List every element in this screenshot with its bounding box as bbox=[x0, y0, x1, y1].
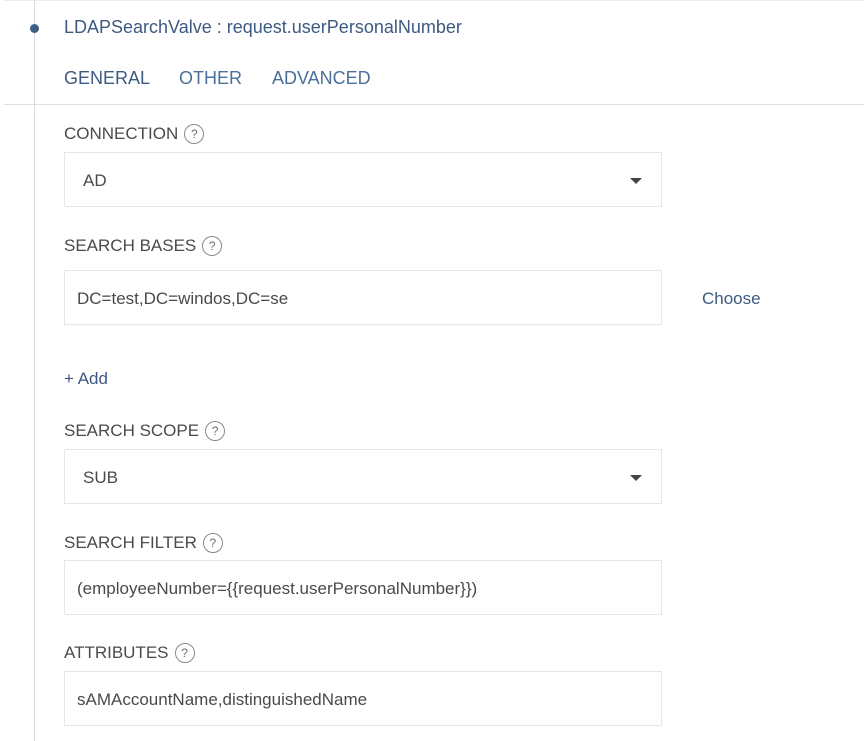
panel-top-edge bbox=[4, 0, 864, 1]
valve-title: LDAPSearchValve : request.userPersonalNu… bbox=[64, 17, 462, 37]
search-bases-label-text: SEARCH BASES bbox=[64, 236, 197, 255]
attributes-input[interactable]: sAMAccountName,distinguishedName bbox=[64, 671, 662, 726]
search-base-input[interactable]: DC=test,DC=windos,DC=se bbox=[64, 270, 662, 325]
connection-select[interactable]: AD bbox=[64, 152, 662, 207]
caret-down-icon bbox=[630, 475, 642, 481]
add-search-base-button[interactable]: + Add bbox=[64, 369, 108, 389]
search-scope-label-text: SEARCH SCOPE bbox=[64, 421, 200, 440]
help-icon[interactable]: ? bbox=[184, 124, 205, 144]
search-bases-label: SEARCH BASES ? bbox=[64, 236, 223, 256]
tab-general[interactable]: GENERAL bbox=[64, 68, 150, 89]
search-scope-label: SEARCH SCOPE ? bbox=[64, 421, 226, 441]
search-filter-value: (employeeNumber={{request.userPersonalNu… bbox=[77, 579, 478, 598]
tab-divider bbox=[4, 104, 864, 105]
attributes-label: ATTRIBUTES ? bbox=[64, 643, 195, 663]
help-icon[interactable]: ? bbox=[174, 643, 195, 663]
attributes-label-text: ATTRIBUTES bbox=[64, 643, 169, 662]
timeline-line bbox=[34, 0, 35, 741]
tab-other[interactable]: OTHER bbox=[179, 68, 242, 89]
choose-button[interactable]: Choose bbox=[702, 289, 761, 309]
connection-value: AD bbox=[83, 171, 107, 190]
help-icon[interactable]: ? bbox=[202, 236, 223, 256]
connection-label: CONNECTION ? bbox=[64, 124, 205, 144]
search-scope-value: SUB bbox=[83, 468, 118, 487]
connection-label-text: CONNECTION bbox=[64, 124, 179, 143]
search-filter-label-text: SEARCH FILTER bbox=[64, 533, 197, 552]
attributes-value: sAMAccountName,distinguishedName bbox=[77, 690, 368, 709]
search-filter-label: SEARCH FILTER ? bbox=[64, 533, 223, 553]
search-base-value: DC=test,DC=windos,DC=se bbox=[77, 289, 289, 308]
help-icon[interactable]: ? bbox=[202, 533, 223, 553]
help-icon[interactable]: ? bbox=[205, 421, 226, 441]
search-filter-input[interactable]: (employeeNumber={{request.userPersonalNu… bbox=[64, 560, 662, 615]
tab-advanced[interactable]: ADVANCED bbox=[272, 68, 371, 89]
timeline-dot-icon bbox=[30, 24, 39, 33]
search-scope-select[interactable]: SUB bbox=[64, 449, 662, 504]
caret-down-icon bbox=[630, 178, 642, 184]
